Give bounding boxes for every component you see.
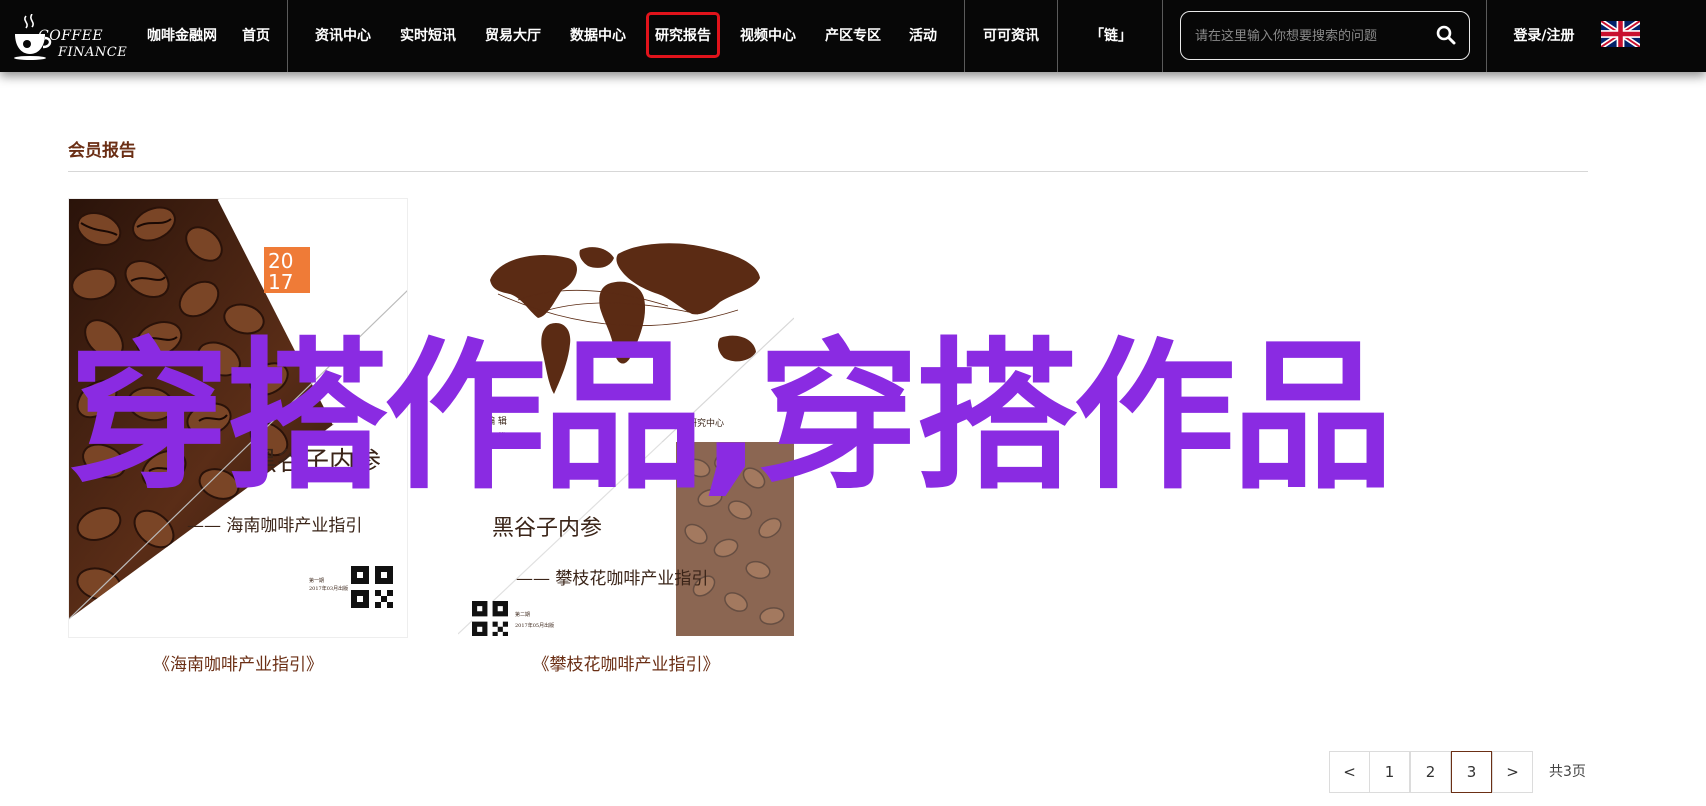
report-cover-image[interactable]: 编 辑 海 拔 全球咖啡产业研究中心 黑谷子内参 —— 攀枝花咖啡产业指引 第二… — [458, 198, 794, 636]
nav-separator — [964, 0, 965, 72]
cover-info-line-c: 全球咖啡产业研究中心 — [634, 419, 725, 429]
coffee-finance-logo[interactable]: COFFEE FINANCE — [12, 6, 130, 62]
report-cover-image[interactable]: 20 17 黑谷子内参 —— 海南咖啡产业指引 第一期 2017年03月出版 — [68, 198, 408, 638]
nav-separator — [1162, 0, 1163, 72]
logo-text-line2: FINANCE — [58, 45, 128, 60]
section-title: 会员报告 — [68, 141, 136, 161]
nav-home[interactable]: 首页 — [238, 0, 274, 72]
section-divider — [68, 171, 1588, 172]
cover-subtitle: —— 攀枝花咖啡产业指引 — [516, 569, 709, 589]
nav-news-center[interactable]: 资讯中心 — [312, 0, 374, 72]
top-navigation-bar: COFFEE FINANCE 咖啡金融网 首页 资讯中心 实时短讯 贸易大厅 数… — [0, 0, 1706, 72]
report-caption-link[interactable]: 《攀枝花咖啡产业指引》 — [458, 650, 794, 675]
cover-publish-date: 2017年05月出版 — [515, 623, 555, 629]
nav-cocoa-news[interactable]: 可可资讯 — [980, 0, 1042, 72]
report-caption-link[interactable]: 《海南咖啡产业指引》 — [68, 650, 408, 675]
nav-separator — [287, 0, 288, 72]
nav-events[interactable]: 活动 — [907, 0, 939, 72]
pagination-page-2[interactable]: 2 — [1410, 751, 1451, 793]
pagination-next-button[interactable]: > — [1492, 751, 1533, 793]
cover-title: 黑谷子内参 — [492, 516, 603, 541]
pagination-page-3-current[interactable]: 3 — [1451, 751, 1492, 793]
login-register-link[interactable]: 登录/注册 — [1510, 0, 1578, 72]
cover-info-line-a: 编 辑 — [486, 417, 507, 427]
qr-code-icon — [351, 566, 393, 608]
nav-coffee-finance-net[interactable]: 咖啡金融网 — [144, 0, 220, 72]
nav-real-time-news[interactable]: 实时短讯 — [397, 0, 459, 72]
nav-separator — [1057, 0, 1058, 72]
logo-text-line1: COFFEE — [38, 28, 104, 44]
nav-chain[interactable]: 「链」 — [1090, 0, 1132, 72]
nav-origin-zone[interactable]: 产区专区 — [822, 0, 884, 72]
qr-code-icon — [472, 601, 508, 636]
nav-separator — [1486, 0, 1487, 72]
search-icon[interactable] — [1436, 25, 1456, 45]
search-box — [1180, 11, 1470, 60]
pagination-page-1[interactable]: 1 — [1369, 751, 1410, 793]
cover-year-bottom: 17 — [268, 270, 294, 294]
nav-trading-hall[interactable]: 贸易大厅 — [482, 0, 544, 72]
search-input[interactable] — [1195, 24, 1427, 48]
cover-title: 黑谷子内参 — [251, 447, 382, 477]
cover-publish-date: 2017年03月出版 — [309, 586, 349, 592]
pagination-total-pages: 共3页 — [1549, 764, 1586, 780]
cover-issue: 第一期 — [309, 578, 325, 584]
cover-issue: 第二期 — [515, 612, 531, 618]
nav-data-center[interactable]: 数据中心 — [567, 0, 629, 72]
nav-research-reports-label: 研究报告 — [655, 28, 711, 44]
nav-research-reports[interactable]: 研究报告 — [646, 0, 720, 72]
cover-subtitle: —— 海南咖啡产业指引 — [187, 516, 363, 536]
pagination-prev-button[interactable]: < — [1329, 751, 1370, 793]
cover-info-line-b: 海 拔 — [486, 433, 507, 443]
nav-video-center[interactable]: 视频中心 — [737, 0, 799, 72]
uk-flag-language-icon[interactable] — [1601, 21, 1640, 47]
